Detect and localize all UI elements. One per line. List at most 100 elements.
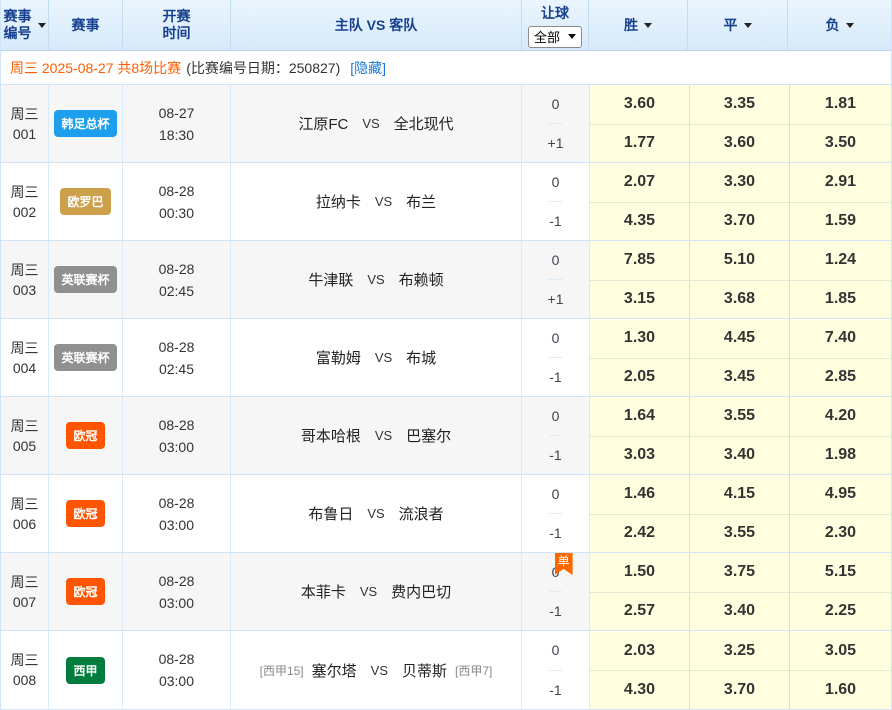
league-badge[interactable]: 英联赛杯 (54, 266, 116, 293)
match-row: 周三 007 欧冠 08-28 03:00 本菲卡 VS 费内巴切 单 0 -1 (1, 553, 891, 631)
handicap-cell: 单 0 -1 (522, 553, 589, 630)
odds-draw[interactable]: 3.75 (689, 553, 789, 592)
away-team-name: 布城 (406, 347, 436, 368)
odds-win[interactable]: 4.35 (590, 202, 689, 241)
odds-win[interactable]: 2.57 (590, 592, 689, 631)
league-badge[interactable]: 韩足总杯 (54, 110, 116, 137)
match-row: 周三 003 英联赛杯 08-28 02:45 牛津联 VS 布赖顿 0 +1 (1, 241, 891, 319)
handicap-row: 0 (552, 475, 560, 513)
match-time: 02:45 (159, 280, 194, 302)
odds-lose[interactable]: 2.85 (789, 358, 891, 397)
match-date: 08-28 (159, 258, 195, 280)
odds-draw[interactable]: 3.35 (689, 85, 789, 124)
odds-win[interactable]: 7.85 (590, 241, 689, 280)
odds-win[interactable]: 2.03 (590, 631, 689, 670)
odds-win[interactable]: 3.60 (590, 85, 689, 124)
odds-grid: 7.85 5.10 1.24 3.15 3.68 1.85 (589, 241, 891, 318)
match-time: 02:45 (159, 358, 194, 380)
odds-lose[interactable]: 5.15 (789, 553, 891, 592)
odds-draw[interactable]: 3.55 (689, 397, 789, 436)
odds-lose[interactable]: 1.85 (789, 280, 891, 319)
odds-draw[interactable]: 5.10 (689, 241, 789, 280)
odds-lose[interactable]: 3.05 (789, 631, 891, 670)
sort-arrow-icon (744, 23, 752, 28)
odds-win[interactable]: 2.05 (590, 358, 689, 397)
handicap-filter-select[interactable]: 全部 (528, 26, 582, 48)
odds-draw[interactable]: 4.15 (689, 475, 789, 514)
odds-lose[interactable]: 4.20 (789, 397, 891, 436)
header-handicap: 让球 全部 (522, 0, 589, 50)
start-time-cell: 08-28 03:00 (123, 631, 231, 709)
odds-draw[interactable]: 4.45 (689, 319, 789, 358)
odds-lose[interactable]: 2.91 (789, 163, 891, 202)
handicap-value: 0 (552, 330, 560, 346)
league-badge[interactable]: 英联赛杯 (54, 344, 116, 371)
handicap-cell: 0 -1 (522, 397, 589, 474)
odds-lose[interactable]: 2.30 (789, 514, 891, 553)
odds-win[interactable]: 2.07 (590, 163, 689, 202)
odds-win[interactable]: 4.30 (590, 670, 689, 709)
league-badge[interactable]: 欧冠 (66, 422, 104, 449)
odds-draw[interactable]: 3.70 (689, 670, 789, 709)
odds-lose[interactable]: 2.25 (789, 592, 891, 631)
match-time: 03:00 (159, 514, 194, 536)
odds-win[interactable]: 1.30 (590, 319, 689, 358)
odds-win[interactable]: 1.64 (590, 397, 689, 436)
header-match-number-sort[interactable]: 赛事 编号 (1, 0, 49, 50)
away-team-rank: [西甲7] (455, 662, 492, 679)
header-teams-label: 主队 VS 客队 (335, 15, 417, 35)
header-draw-sort[interactable]: 平 (688, 0, 788, 50)
handicap-value: 0 (552, 642, 560, 658)
odds-draw[interactable]: 3.45 (689, 358, 789, 397)
header-lose-sort[interactable]: 负 (788, 0, 891, 50)
handicap-value: -1 (549, 525, 561, 541)
match-number: 006 (13, 514, 36, 534)
odds-draw[interactable]: 3.40 (689, 592, 789, 631)
odds-lose[interactable]: 1.60 (789, 670, 891, 709)
handicap-value: -1 (549, 603, 561, 619)
handicap-filter-value: 全部 (534, 27, 560, 46)
odds-lose[interactable]: 1.59 (789, 202, 891, 241)
odds-draw[interactable]: 3.68 (689, 280, 789, 319)
vs-label: VS (375, 428, 392, 443)
match-date: 08-28 (159, 648, 195, 670)
vs-label: VS (360, 584, 377, 599)
match-weekday: 周三 (11, 104, 39, 124)
odds-lose[interactable]: 1.24 (789, 241, 891, 280)
header-win-label: 胜 (624, 15, 638, 35)
odds-lose[interactable]: 1.98 (789, 436, 891, 475)
league-cell: 英联赛杯 (49, 241, 123, 318)
odds-lose[interactable]: 7.40 (789, 319, 891, 358)
header-win-sort[interactable]: 胜 (589, 0, 688, 50)
handicap-cell: 0 -1 (522, 631, 589, 709)
odds-lose[interactable]: 4.95 (789, 475, 891, 514)
league-badge[interactable]: 欧罗巴 (60, 188, 110, 215)
header-draw-label: 平 (724, 15, 738, 35)
odds-win[interactable]: 3.15 (590, 280, 689, 319)
league-badge[interactable]: 欧冠 (66, 500, 104, 527)
handicap-cell: 0 -1 (522, 163, 589, 240)
away-team-name: 贝蒂斯 (402, 660, 447, 681)
odds-win[interactable]: 3.03 (590, 436, 689, 475)
odds-draw[interactable]: 3.70 (689, 202, 789, 241)
handicap-value: -1 (549, 213, 561, 229)
odds-lose[interactable]: 3.50 (789, 124, 891, 163)
hide-link[interactable]: [隐藏] (350, 58, 386, 78)
handicap-value: 0 (552, 96, 560, 112)
league-badge[interactable]: 欧冠 (66, 578, 104, 605)
match-row: 周三 008 西甲 08-28 03:00 [西甲15] 塞尔塔 VS 贝蒂斯 … (1, 631, 891, 709)
odds-grid: 1.64 3.55 4.20 3.03 3.40 1.98 (589, 397, 891, 474)
odds-win[interactable]: 1.50 (590, 553, 689, 592)
odds-draw[interactable]: 3.25 (689, 631, 789, 670)
odds-win[interactable]: 1.46 (590, 475, 689, 514)
odds-draw[interactable]: 3.30 (689, 163, 789, 202)
odds-draw[interactable]: 3.55 (689, 514, 789, 553)
odds-win[interactable]: 1.77 (590, 124, 689, 163)
odds-draw[interactable]: 3.60 (689, 124, 789, 163)
odds-draw[interactable]: 3.40 (689, 436, 789, 475)
odds-win[interactable]: 2.42 (590, 514, 689, 553)
league-badge[interactable]: 西甲 (66, 657, 104, 684)
away-team-name: 布赖顿 (399, 269, 444, 290)
match-number: 008 (13, 670, 36, 690)
odds-lose[interactable]: 1.81 (789, 85, 891, 124)
